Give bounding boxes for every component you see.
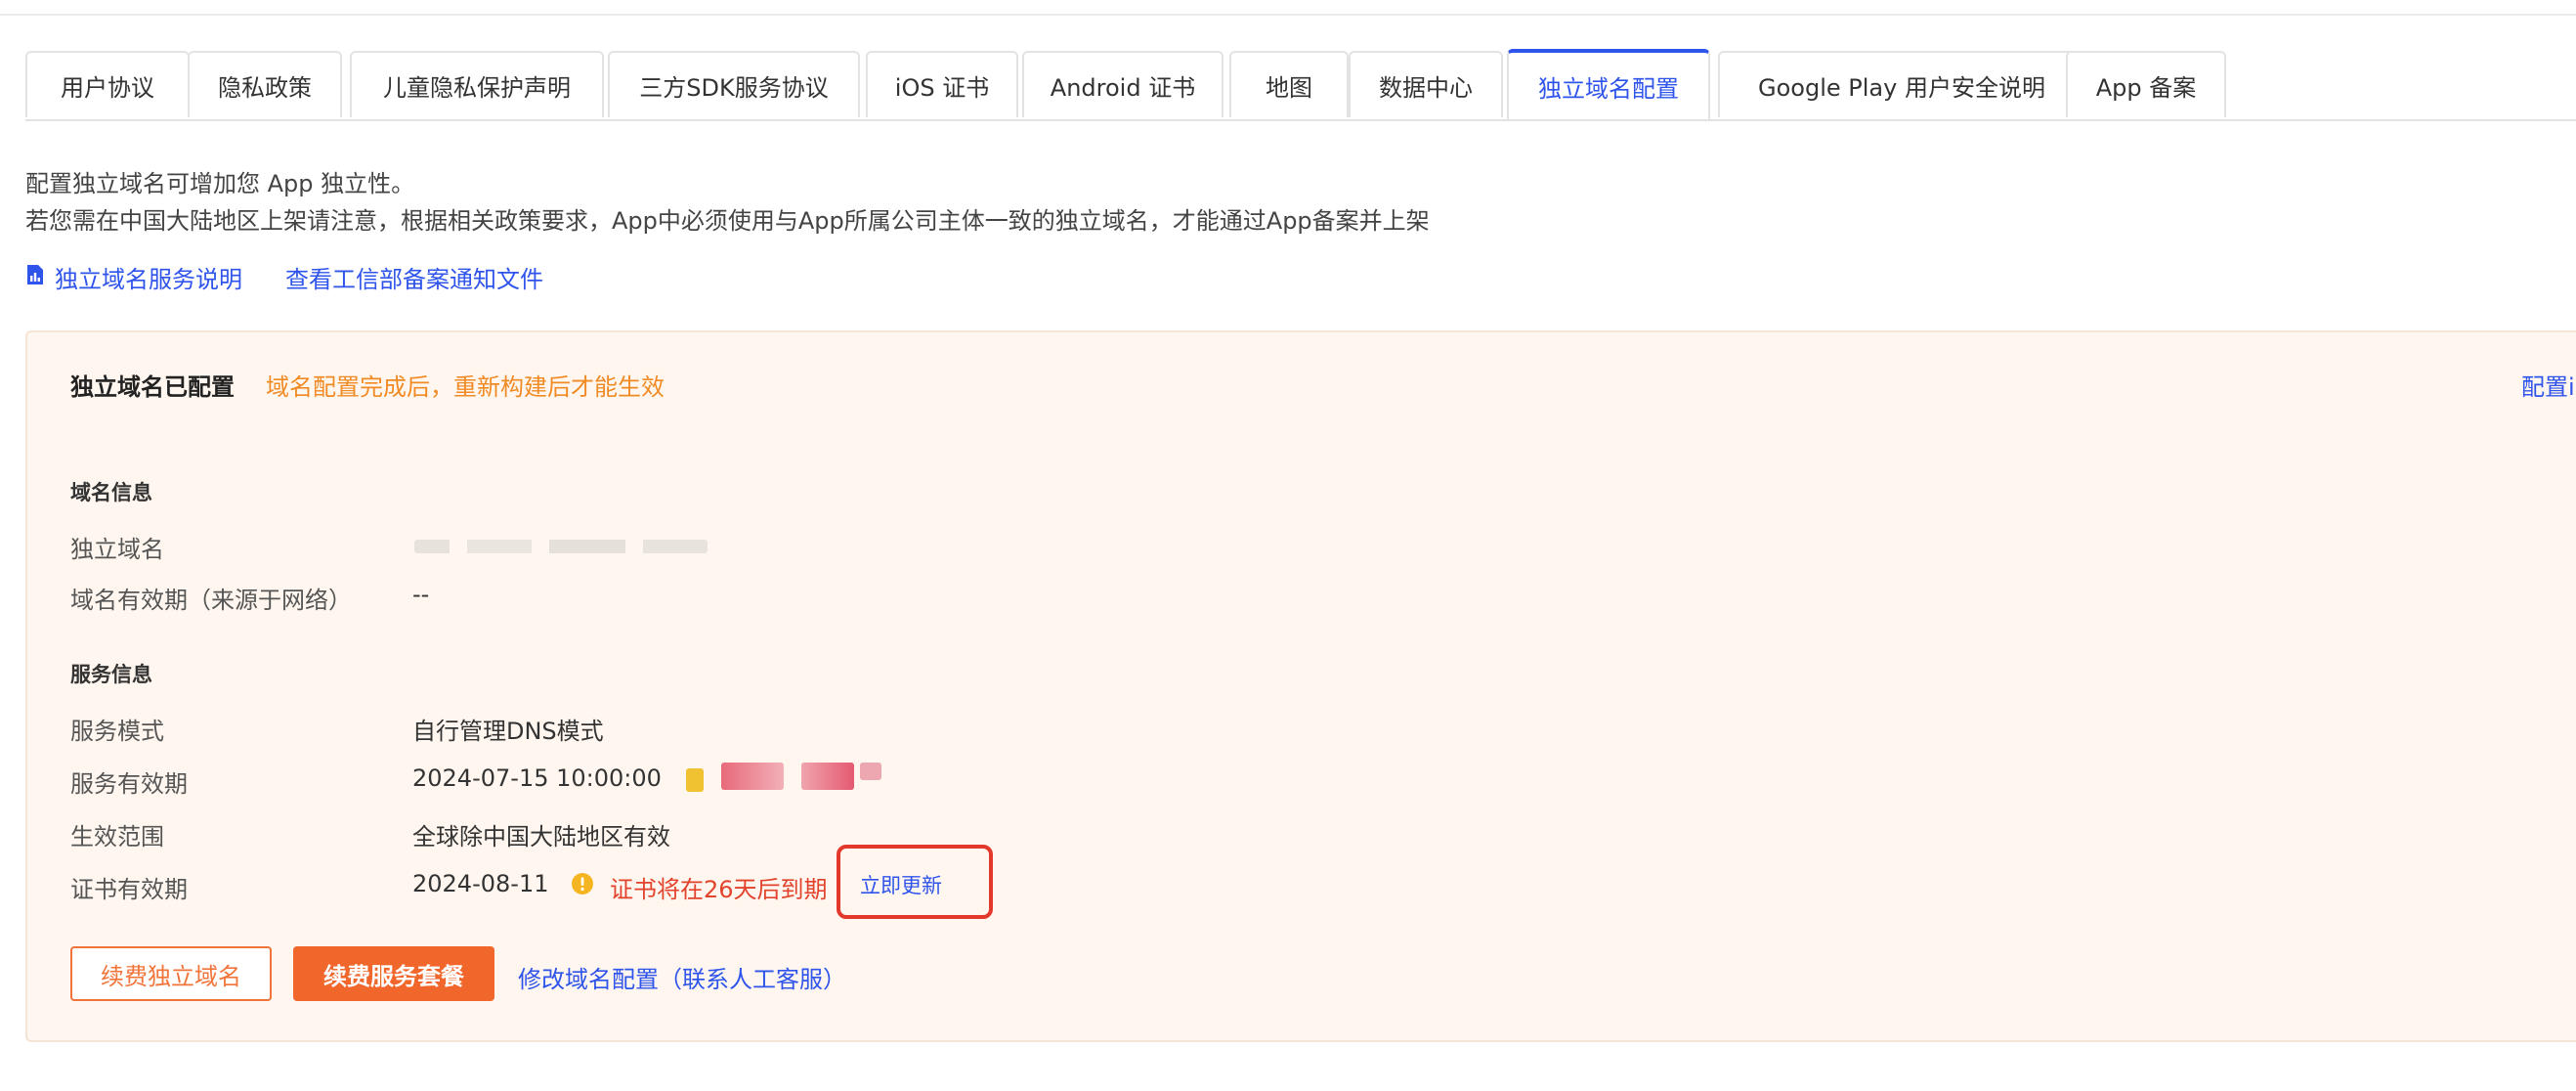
miit-notice-link[interactable]: 查看工信部备案通知文件 bbox=[285, 260, 543, 294]
tab-data-center[interactable]: 数据中心 bbox=[1349, 51, 1503, 117]
domain-config-panel: 独立域名已配置 域名配置完成后，重新构建后才能生效 配置i 域名信息 独立域名 … bbox=[25, 330, 2576, 1042]
domain-label: 独立域名 bbox=[70, 536, 164, 563]
cert-validity-label: 证书有效期 bbox=[70, 876, 188, 903]
update-now-link[interactable]: 立即更新 bbox=[860, 870, 942, 899]
tab-bar: 用户协议 隐私政策 儿童隐私保护声明 三方SDK服务协议 iOS 证书 Andr… bbox=[25, 49, 2576, 121]
cert-expiry-warning: 证书将在26天后到期 bbox=[610, 876, 828, 903]
redacted-status-3 bbox=[860, 763, 881, 780]
top-divider bbox=[0, 14, 2576, 16]
tab-ios-certificate[interactable]: iOS 证书 bbox=[866, 51, 1018, 117]
redacted-domain bbox=[414, 540, 708, 553]
tab-children-privacy[interactable]: 儿童隐私保护声明 bbox=[350, 51, 604, 117]
tab-app-filing[interactable]: App 备案 bbox=[2066, 51, 2226, 117]
redacted-status-2 bbox=[801, 763, 854, 790]
domain-validity-label: 域名有效期（来源于网络） bbox=[70, 587, 352, 614]
domain-validity-value: -- bbox=[412, 581, 430, 608]
tab-google-play-safety[interactable]: Google Play 用户安全说明 bbox=[1718, 51, 2085, 117]
scope-value: 全球除中国大陆地区有效 bbox=[412, 823, 670, 851]
tab-user-agreement[interactable]: 用户协议 bbox=[25, 51, 190, 117]
help-links: 独立域名服务说明 查看工信部备案通知文件 bbox=[25, 260, 543, 293]
redacted-status-1 bbox=[721, 763, 784, 790]
service-doc-link[interactable]: 独立域名服务说明 bbox=[55, 260, 242, 294]
renew-package-button[interactable]: 续费服务套餐 bbox=[293, 946, 494, 1001]
tab-android-certificate[interactable]: Android 证书 bbox=[1022, 51, 1224, 117]
service-mode-value: 自行管理DNS模式 bbox=[412, 718, 604, 745]
service-validity-label: 服务有效期 bbox=[70, 770, 188, 798]
tab-map[interactable]: 地图 bbox=[1229, 51, 1349, 117]
config-link[interactable]: 配置i bbox=[2521, 368, 2575, 402]
intro-line-1: 配置独立域名可增加您 App 独立性。 bbox=[25, 170, 415, 197]
exclamation-circle-icon bbox=[571, 872, 594, 899]
tab-custom-domain[interactable]: 独立域名配置 bbox=[1507, 49, 1710, 119]
intro-line-2: 若您需在中国大陆地区上架请注意，根据相关政策要求，App中必须使用与App所属公… bbox=[25, 207, 1430, 235]
renew-domain-button[interactable]: 续费独立域名 bbox=[70, 946, 272, 1001]
document-chart-icon bbox=[25, 264, 45, 289]
cert-validity-value: 2024-08-11 bbox=[412, 870, 549, 897]
scope-label: 生效范围 bbox=[70, 823, 164, 851]
yellow-tag-icon bbox=[686, 768, 704, 792]
service-mode-label: 服务模式 bbox=[70, 718, 164, 745]
domain-section-heading: 域名信息 bbox=[70, 481, 152, 504]
panel-title: 独立域名已配置 bbox=[70, 373, 235, 401]
service-section-heading: 服务信息 bbox=[70, 663, 152, 686]
modify-config-link[interactable]: 修改域名配置（联系人工客服） bbox=[518, 960, 846, 994]
service-validity-value: 2024-07-15 10:00:00 bbox=[412, 764, 662, 792]
tab-privacy-policy[interactable]: 隐私政策 bbox=[188, 51, 342, 117]
panel-hint: 域名配置完成后，重新构建后才能生效 bbox=[266, 373, 665, 401]
tab-third-party-sdk[interactable]: 三方SDK服务协议 bbox=[608, 51, 860, 117]
